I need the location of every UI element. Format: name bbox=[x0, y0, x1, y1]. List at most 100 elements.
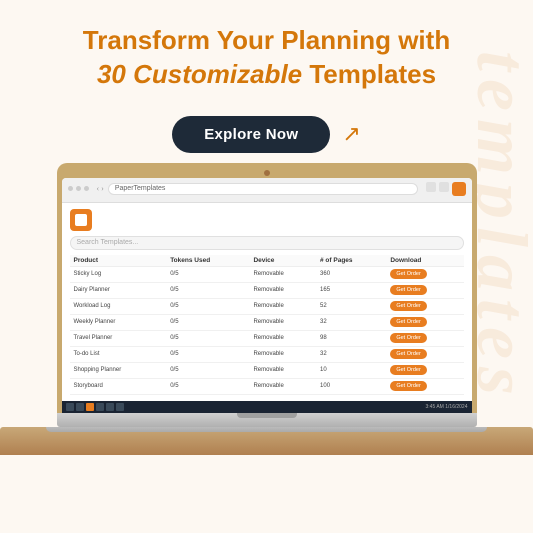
laptop-camera bbox=[264, 170, 270, 176]
cell-pages: 32 bbox=[316, 346, 386, 362]
back-arrow-icon: ‹ bbox=[97, 184, 100, 193]
browser-icon-1 bbox=[426, 182, 436, 192]
laptop-screen-outer: ‹ › PaperTemplates bbox=[57, 163, 477, 413]
laptop-topbar bbox=[62, 168, 472, 178]
download-button[interactable]: Get Order bbox=[390, 349, 426, 359]
table-row: Travel Planner 0/5 Removable 98 Get Orde… bbox=[70, 330, 464, 346]
cell-download: Get Order bbox=[386, 346, 463, 362]
cell-download: Get Order bbox=[386, 362, 463, 378]
download-button[interactable]: Get Order bbox=[390, 381, 426, 391]
cell-device: Removable bbox=[249, 266, 316, 282]
download-button[interactable]: Get Order bbox=[390, 333, 426, 343]
download-button[interactable]: Get Order bbox=[390, 285, 426, 295]
browser-dots bbox=[68, 186, 89, 191]
app-logo-row bbox=[70, 209, 464, 231]
cell-product: Dairy Planner bbox=[70, 282, 167, 298]
cell-pages: 32 bbox=[316, 314, 386, 330]
cell-device: Removable bbox=[249, 330, 316, 346]
browser-chrome: ‹ › PaperTemplates bbox=[62, 178, 472, 203]
table-row: Workload Log 0/5 Removable 52 Get Order bbox=[70, 298, 464, 314]
cell-pages: 98 bbox=[316, 330, 386, 346]
cell-product: To-do List bbox=[70, 346, 167, 362]
cell-device: Removable bbox=[249, 298, 316, 314]
download-button[interactable]: Get Order bbox=[390, 301, 426, 311]
col-device: Device bbox=[249, 255, 316, 267]
download-button[interactable]: Get Order bbox=[390, 317, 426, 327]
taskbar-start-icon bbox=[66, 403, 74, 411]
taskbar-search-icon bbox=[76, 403, 84, 411]
browser-address-bar[interactable]: PaperTemplates bbox=[108, 183, 418, 195]
browser-dot-3 bbox=[84, 186, 89, 191]
explore-now-button[interactable]: Explore Now bbox=[172, 116, 330, 153]
taskbar-icons bbox=[66, 403, 124, 411]
cell-pages: 100 bbox=[316, 378, 386, 394]
templates-table: Product Tokens Used Device # of Pages Do… bbox=[70, 255, 464, 395]
cell-download: Get Order bbox=[386, 314, 463, 330]
taskbar-folder-icon bbox=[96, 403, 104, 411]
cell-tokens: 0/5 bbox=[166, 298, 249, 314]
cell-download: Get Order bbox=[386, 266, 463, 282]
cell-tokens: 0/5 bbox=[166, 266, 249, 282]
table-row: Weekly Planner 0/5 Removable 32 Get Orde… bbox=[70, 314, 464, 330]
download-button[interactable]: Get Order bbox=[390, 365, 426, 375]
table-row: Shopping Planner 0/5 Removable 10 Get Or… bbox=[70, 362, 464, 378]
taskbar-time: 3:45 AM bbox=[426, 404, 444, 410]
table-row: Dairy Planner 0/5 Removable 165 Get Orde… bbox=[70, 282, 464, 298]
laptop-screen: ‹ › PaperTemplates bbox=[62, 178, 472, 413]
cell-tokens: 0/5 bbox=[166, 378, 249, 394]
laptop-base bbox=[57, 413, 477, 427]
forward-arrow-icon: › bbox=[101, 184, 104, 193]
cell-download: Get Order bbox=[386, 282, 463, 298]
taskbar-date: 1/16/2024 bbox=[445, 404, 467, 410]
cell-product: Weekly Planner bbox=[70, 314, 167, 330]
table-row: To-do List 0/5 Removable 32 Get Order bbox=[70, 346, 464, 362]
headline-italic: 30 Customizable bbox=[97, 59, 302, 89]
browser-icon-2 bbox=[439, 182, 449, 192]
col-pages: # of Pages bbox=[316, 255, 386, 267]
browser-icons-right bbox=[426, 182, 466, 196]
taskbar-browser-icon bbox=[86, 403, 94, 411]
laptop-bottom-edge bbox=[46, 427, 487, 432]
cell-pages: 360 bbox=[316, 266, 386, 282]
cell-tokens: 0/5 bbox=[166, 330, 249, 346]
search-bar[interactable]: Search Templates... bbox=[70, 236, 464, 250]
headline-line2: 30 Customizable Templates bbox=[83, 58, 450, 92]
cell-device: Removable bbox=[249, 346, 316, 362]
browser-top-row: ‹ › PaperTemplates bbox=[68, 182, 466, 196]
browser-action-button[interactable] bbox=[452, 182, 466, 196]
col-tokens: Tokens Used bbox=[166, 255, 249, 267]
cell-pages: 10 bbox=[316, 362, 386, 378]
cell-tokens: 0/5 bbox=[166, 362, 249, 378]
taskbar-mail-icon bbox=[106, 403, 114, 411]
cursor-icon: ↗ bbox=[342, 121, 360, 147]
table-row: Sticky Log 0/5 Removable 360 Get Order bbox=[70, 266, 464, 282]
cell-device: Removable bbox=[249, 378, 316, 394]
table-row: Storyboard 0/5 Removable 100 Get Order bbox=[70, 378, 464, 394]
download-button[interactable]: Get Order bbox=[390, 269, 426, 279]
cell-pages: 52 bbox=[316, 298, 386, 314]
cell-device: Removable bbox=[249, 314, 316, 330]
cell-download: Get Order bbox=[386, 298, 463, 314]
cell-tokens: 0/5 bbox=[166, 314, 249, 330]
app-logo bbox=[70, 209, 92, 231]
cell-download: Get Order bbox=[386, 378, 463, 394]
taskbar-settings-icon bbox=[116, 403, 124, 411]
cell-product: Travel Planner bbox=[70, 330, 167, 346]
col-product: Product bbox=[70, 255, 167, 267]
headline-block: Transform Your Planning with 30 Customiz… bbox=[53, 0, 480, 102]
cell-product: Sticky Log bbox=[70, 266, 167, 282]
page-content: templates Transform Your Planning with 3… bbox=[0, 0, 533, 455]
headline-normal: Templates bbox=[302, 59, 436, 89]
browser-dot-1 bbox=[68, 186, 73, 191]
cell-download: Get Order bbox=[386, 330, 463, 346]
app-content: Search Templates... Product Tokens Used … bbox=[62, 203, 472, 401]
cell-pages: 165 bbox=[316, 282, 386, 298]
cell-tokens: 0/5 bbox=[166, 346, 249, 362]
cell-product: Storyboard bbox=[70, 378, 167, 394]
browser-dot-2 bbox=[76, 186, 81, 191]
cta-row: Explore Now ↗ bbox=[172, 116, 361, 153]
app-logo-inner bbox=[75, 214, 87, 226]
table-header-row: Product Tokens Used Device # of Pages Do… bbox=[70, 255, 464, 267]
cell-product: Shopping Planner bbox=[70, 362, 167, 378]
cell-device: Removable bbox=[249, 282, 316, 298]
